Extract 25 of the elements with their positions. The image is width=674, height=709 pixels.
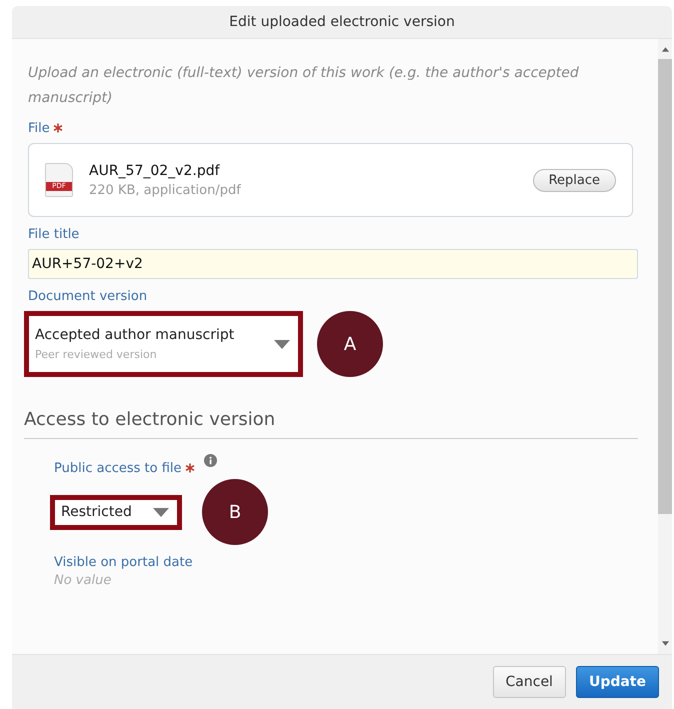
file-name: AUR_57_02_v2.pdf bbox=[89, 162, 221, 178]
dropdown[interactable]: Accepted author manuscript Peer reviewed version bbox=[24, 311, 303, 377]
callout-marker: B bbox=[202, 479, 268, 545]
caret-icon bbox=[153, 508, 169, 516]
dropdown[interactable]: Restricted bbox=[50, 494, 182, 530]
scroll-up-icon[interactable] bbox=[660, 45, 670, 53]
title-input-field[interactable]: AUR+57-02+v2 bbox=[28, 249, 638, 279]
scroll-thumb[interactable] bbox=[658, 59, 672, 514]
scrollbar[interactable] bbox=[658, 39, 672, 654]
callout-marker: A bbox=[317, 311, 383, 377]
field-label: Visible on portal date bbox=[54, 554, 193, 570]
field-label: Document version bbox=[28, 288, 148, 304]
field-label: Public access to file bbox=[54, 460, 182, 476]
field-value: No value bbox=[54, 573, 112, 588]
field-label: File bbox=[28, 120, 50, 136]
dialog-title: Edit uploaded electronic version bbox=[229, 14, 455, 30]
file-meta: 220 KB, application/pdf bbox=[89, 182, 242, 198]
cancel-button[interactable]: Cancel bbox=[492, 666, 566, 698]
update-button[interactable]: Update bbox=[576, 666, 659, 698]
replace-button[interactable]: Replace bbox=[532, 168, 616, 192]
caret-icon bbox=[274, 340, 290, 348]
section-heading: Access to electronic version bbox=[24, 409, 638, 439]
field-label: File title bbox=[28, 226, 80, 242]
scroll-down-icon[interactable] bbox=[660, 640, 670, 648]
intro-text: Upload an electronic (full-text) version of this work (e.g. the author's accepted manuscript) bbox=[28, 64, 580, 108]
